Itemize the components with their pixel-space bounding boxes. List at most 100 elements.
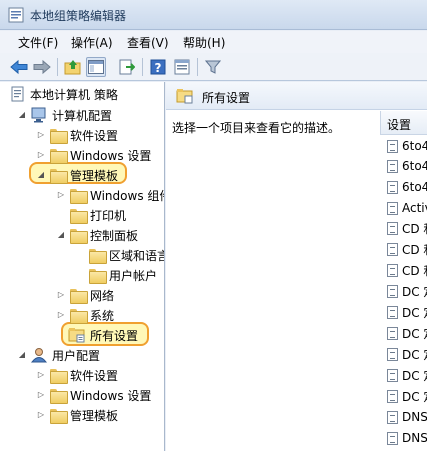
menu-help[interactable]: 帮助(H) bbox=[183, 34, 225, 51]
setting-icon bbox=[387, 139, 398, 153]
setting-icon bbox=[387, 431, 398, 445]
tree-node-windows-components[interactable]: Windows 组件 bbox=[70, 185, 164, 205]
tree-label: 管理模板 bbox=[70, 168, 119, 183]
setting-icon bbox=[387, 389, 398, 403]
tree-label: 软件设置 bbox=[70, 128, 119, 143]
list-item-label: CD 和 bbox=[402, 221, 427, 236]
folder-icon bbox=[70, 308, 88, 324]
tree-label: 区域和语言 bbox=[109, 248, 165, 263]
expand-arrow-icon[interactable]: ▷ bbox=[56, 290, 66, 300]
list-item[interactable]: DC 定 bbox=[380, 344, 427, 364]
expand-arrow-icon[interactable]: ▷ bbox=[36, 150, 46, 160]
list-item[interactable]: DNS bbox=[380, 407, 427, 427]
export-list-icon[interactable] bbox=[117, 57, 137, 77]
filter-icon[interactable] bbox=[203, 57, 223, 77]
list-item[interactable]: Activ bbox=[380, 198, 427, 218]
list-item[interactable]: CD 和 bbox=[380, 218, 427, 238]
forward-icon[interactable] bbox=[32, 57, 52, 77]
list-item[interactable]: CD 和 bbox=[380, 239, 427, 259]
list-item-label: CD 和 bbox=[402, 263, 427, 278]
tree-node-control-panel[interactable]: 控制面板 bbox=[70, 225, 138, 245]
tree-node-user-windows-settings[interactable]: Windows 设置 bbox=[50, 385, 151, 405]
list-item-label: DC 定 bbox=[402, 305, 427, 320]
list-item-label: 6to4 bbox=[402, 180, 427, 194]
tree-node-printers[interactable]: 打印机 bbox=[70, 205, 126, 225]
column-header-setting[interactable]: 设置 bbox=[380, 111, 427, 135]
list-item[interactable]: 6to4 bbox=[380, 177, 427, 197]
tree-node-all-settings[interactable]: 所有设置 bbox=[68, 325, 138, 345]
list-item[interactable]: DC 定 bbox=[380, 365, 427, 385]
tree-label: 打印机 bbox=[90, 208, 127, 223]
folder-icon bbox=[70, 228, 88, 244]
tree-label: 网络 bbox=[90, 288, 115, 303]
menu-action[interactable]: 操作(A) bbox=[71, 34, 113, 51]
tree-node-admin-templates[interactable]: 管理模板 bbox=[50, 165, 118, 185]
tree-node-system[interactable]: 系统 bbox=[70, 305, 114, 325]
list-item-label: DC 定 bbox=[402, 389, 427, 404]
gpedit-window: 本地组策略编辑器 文件(F) 操作(A) 查看(V) 帮助(H) ? 本地计算机… bbox=[0, 0, 427, 451]
tree-node-software-settings[interactable]: 软件设置 bbox=[50, 125, 118, 145]
list-item[interactable]: DC 定 bbox=[380, 302, 427, 322]
console-tree[interactable]: 本地计算机 策略 ◢ 计算机配置 ▷ 软件设置 ▷ Windows 设置 ◢ 管… bbox=[0, 82, 165, 451]
properties-icon[interactable] bbox=[172, 57, 192, 77]
description-text: 选择一个项目来查看它的描述。 bbox=[172, 121, 341, 135]
back-icon[interactable] bbox=[9, 57, 29, 77]
tree-node-computer-config[interactable]: 计算机配置 bbox=[30, 105, 112, 125]
list-item-label: DNS bbox=[402, 431, 427, 445]
all-settings-folder-icon bbox=[68, 328, 85, 343]
list-item[interactable]: DC 定 bbox=[380, 386, 427, 406]
menu-file[interactable]: 文件(F) bbox=[18, 34, 58, 51]
setting-icon bbox=[387, 263, 398, 277]
expand-arrow-icon[interactable]: ▷ bbox=[56, 190, 66, 200]
help-icon[interactable]: ? bbox=[148, 57, 168, 77]
svg-text:?: ? bbox=[155, 61, 162, 75]
tree-node-user-config[interactable]: 用户配置 bbox=[30, 345, 100, 365]
collapse-arrow-icon[interactable]: ◢ bbox=[56, 230, 66, 240]
collapse-arrow-icon[interactable]: ◢ bbox=[17, 350, 27, 360]
list-item[interactable]: CD 和 bbox=[380, 260, 427, 280]
list-item[interactable]: DNS bbox=[380, 428, 427, 448]
tree-node-network[interactable]: 网络 bbox=[70, 285, 114, 305]
details-title: 所有设置 bbox=[202, 91, 251, 105]
tree-label: 软件设置 bbox=[70, 368, 119, 383]
tree-node-user-accounts[interactable]: 用户帐户 bbox=[89, 265, 157, 285]
list-item-label: DNS bbox=[402, 410, 427, 424]
list-item[interactable]: 6to4 bbox=[380, 136, 427, 156]
tree-node-user-admin-templates[interactable]: 管理模板 bbox=[50, 405, 118, 425]
settings-list[interactable]: 设置 6to4 6to4 6to4 Activ CD 和 CD 和 CD 和 D… bbox=[380, 111, 427, 451]
folder-icon bbox=[89, 268, 107, 284]
setting-icon bbox=[387, 159, 398, 173]
title-bar[interactable]: 本地组策略编辑器 bbox=[0, 0, 427, 30]
list-item-label: DC 定 bbox=[402, 284, 427, 299]
tree-node-local-policy[interactable]: 本地计算机 策略 bbox=[10, 84, 118, 104]
expand-arrow-icon[interactable]: ▷ bbox=[36, 130, 46, 140]
expand-arrow-icon[interactable]: ▷ bbox=[36, 370, 46, 380]
list-item-label: CD 和 bbox=[402, 242, 427, 257]
list-item[interactable]: 6to4 bbox=[380, 156, 427, 176]
collapse-arrow-icon[interactable]: ◢ bbox=[36, 170, 46, 180]
setting-icon bbox=[387, 368, 398, 382]
toolbar-separator bbox=[142, 58, 143, 76]
show-hide-tree-icon[interactable] bbox=[86, 57, 106, 77]
tree-label: 控制面板 bbox=[90, 228, 139, 243]
list-item-label: Activ bbox=[402, 201, 427, 215]
tree-node-regional-language[interactable]: 区域和语言 bbox=[89, 245, 165, 265]
details-header: 所有设置 bbox=[166, 82, 427, 110]
list-item-label: 6to4 bbox=[402, 159, 427, 173]
setting-icon bbox=[387, 347, 398, 361]
collapse-arrow-icon[interactable]: ◢ bbox=[17, 110, 27, 120]
user-icon bbox=[30, 348, 48, 363]
expand-arrow-icon[interactable]: ▷ bbox=[36, 410, 46, 420]
list-item[interactable]: DC 定 bbox=[380, 281, 427, 301]
tree-node-user-software-settings[interactable]: 软件设置 bbox=[50, 365, 118, 385]
up-folder-icon[interactable] bbox=[63, 57, 83, 77]
details-pane: 所有设置 选择一个项目来查看它的描述。 设置 6to4 6to4 6to4 Ac… bbox=[166, 82, 427, 451]
expand-arrow-icon[interactable]: ▷ bbox=[56, 310, 66, 320]
folder-icon bbox=[70, 188, 88, 204]
tree-node-windows-settings[interactable]: Windows 设置 bbox=[50, 145, 151, 165]
setting-icon bbox=[387, 180, 398, 194]
expand-arrow-icon[interactable]: ▷ bbox=[36, 390, 46, 400]
list-item[interactable]: DC 定 bbox=[380, 323, 427, 343]
setting-icon bbox=[387, 305, 398, 319]
menu-view[interactable]: 查看(V) bbox=[127, 34, 169, 51]
